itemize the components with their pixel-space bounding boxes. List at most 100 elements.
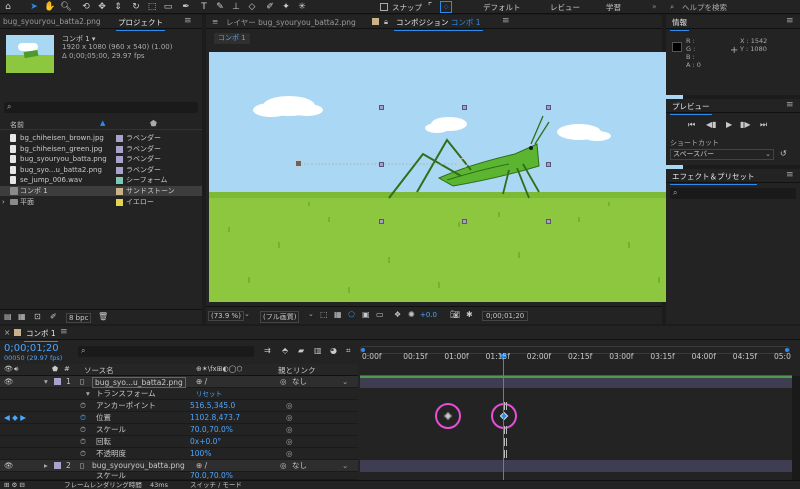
trash-icon[interactable]: 🗑︎ — [98, 312, 108, 321]
puppet-tool-icon[interactable]: ✦ — [280, 1, 292, 13]
rotate-tool-icon[interactable]: ↻ — [130, 1, 142, 13]
switches-column-icon[interactable]: ⊕✶\fx⊞◐◯⬡ — [196, 365, 243, 373]
last-frame-icon[interactable]: ⏭ — [760, 120, 767, 130]
transform-group-row[interactable]: ▾ トランスフォーム リセット — [0, 388, 358, 400]
exposure-value[interactable]: +0.0 — [420, 311, 437, 319]
stopwatch-icon[interactable]: ⏱ — [80, 448, 86, 460]
bbox-handle[interactable] — [379, 219, 384, 224]
visibility-icon[interactable]: 👁︎ — [4, 376, 14, 388]
stopwatch-icon[interactable]: ⏱ — [80, 436, 86, 448]
column-source-name[interactable]: ソース名 — [84, 365, 114, 376]
label-swatch[interactable] — [116, 198, 123, 206]
clone-tool-icon[interactable]: ⊥ — [230, 1, 242, 13]
expression-pickwhip-icon[interactable]: ◎ — [286, 448, 293, 460]
project-settings-icon[interactable]: ✐ — [50, 312, 57, 321]
draft-3d-icon[interactable]: ⬘ — [282, 346, 288, 355]
label-swatch[interactable] — [116, 188, 123, 195]
bbox-handle[interactable] — [462, 105, 467, 110]
property-row[interactable]: ◀ ◆ ▶ ⏱ 位置 1102.8,473.7 ◎ — [0, 412, 358, 424]
tab-project[interactable]: プロジェクト — [116, 17, 165, 31]
viewer-timecode[interactable]: 0;00;01;20 — [482, 311, 529, 321]
viewer-menu-icon[interactable]: ≡ — [502, 16, 510, 26]
layer-track-bar[interactable] — [360, 376, 792, 388]
workspace-more-icon[interactable]: » — [652, 2, 657, 11]
graph-editor-icon[interactable]: ⌗ — [346, 346, 351, 356]
layer-name[interactable]: bug_syo...u_batta2.png — [92, 377, 186, 388]
motion-blur-icon[interactable]: ◕ — [330, 346, 337, 355]
panel-menu-icon[interactable]: ≡ — [60, 327, 68, 337]
reset-icon[interactable]: ↺ — [780, 149, 787, 158]
pen-tool-icon[interactable]: ✒ — [180, 1, 192, 13]
layer-track-bar[interactable] — [360, 460, 792, 472]
menu-icon[interactable]: ≡ — [212, 17, 218, 26]
timeline-search-input[interactable]: ⌕ — [78, 346, 254, 357]
collapse-arrow-icon[interactable]: ▾ — [86, 388, 90, 400]
show-snapshot-icon[interactable]: ✱ — [466, 310, 473, 319]
playhead-line[interactable] — [503, 354, 504, 489]
resolution-dropdown[interactable]: (フル画質) — [260, 311, 300, 323]
property-value[interactable]: 0x+0.0° — [190, 436, 221, 448]
property-row[interactable]: ⏱ スケール 70.0,70.0% ◎ — [0, 424, 358, 436]
project-item[interactable]: コンポ 1 サンドストーン — [0, 186, 202, 196]
comp-breadcrumb[interactable]: コンポ 1 — [214, 33, 250, 44]
label-swatch[interactable] — [116, 166, 123, 174]
transform-reset-link[interactable]: リセット — [196, 388, 222, 400]
new-folder-icon[interactable]: ▦ — [18, 312, 26, 321]
stopwatch-icon[interactable]: ⏱ — [80, 412, 86, 424]
project-search-input[interactable]: ⌕ — [4, 102, 198, 113]
timeline-tab[interactable]: コンポ 1 — [24, 328, 58, 342]
expression-pickwhip-icon[interactable]: ◎ — [286, 400, 293, 412]
effects-search-input[interactable]: ⌕ — [670, 188, 796, 199]
parent-dropdown[interactable]: なし — [292, 376, 307, 388]
region-of-interest-icon[interactable]: ⬚ — [320, 310, 328, 319]
workspace-review[interactable]: レビュー — [550, 2, 580, 13]
zoom-tool-icon[interactable]: 🔍︎ — [60, 1, 72, 13]
project-item[interactable]: bug_syo...u_batta2.png ラベンダー — [0, 165, 202, 175]
hand-tool-icon[interactable]: ✋ — [44, 1, 56, 13]
timeline-timecode[interactable]: 0;00;01;20 — [4, 343, 59, 354]
property-row[interactable]: ⏱ アンカーポイント 516.5,345.0 ◎ — [0, 400, 358, 412]
move-tool-icon[interactable]: ✥ — [96, 1, 108, 13]
play-icon[interactable]: ▶ — [726, 120, 732, 129]
project-item[interactable]: bug_syouryou_batta.png ラベンダー — [0, 154, 202, 164]
bbox-handle[interactable] — [379, 105, 384, 110]
brush-tool-icon[interactable]: ✎ — [214, 1, 226, 13]
label-swatch[interactable] — [116, 145, 123, 153]
expression-pickwhip-icon[interactable]: ◎ — [286, 424, 293, 436]
project-item[interactable]: › 平面 イエロー — [0, 197, 202, 207]
snap-checkbox[interactable] — [380, 3, 388, 11]
tab-composition[interactable]: コンポジション コンポ 1 — [394, 17, 483, 31]
property-value[interactable]: 70.0,70.0% — [190, 472, 233, 479]
toggle-switches-modes-button[interactable]: スイッチ / モード — [190, 481, 242, 489]
collapse-arrow-icon[interactable]: ▸ — [44, 460, 48, 472]
expression-pickwhip-icon[interactable]: ◎ — [286, 412, 293, 424]
parent-pickwhip-icon[interactable]: ◎ — [280, 376, 287, 388]
layer-name[interactable]: bug_syouryou_batta.png — [92, 460, 185, 472]
audio-column-icon[interactable]: 🔊︎ — [14, 365, 18, 374]
new-comp-icon[interactable]: ⊡ — [34, 312, 41, 321]
color-management-icon[interactable]: ❖ — [394, 310, 401, 319]
type-tool-icon[interactable]: T — [198, 1, 210, 13]
transparency-grid-icon[interactable]: ▦ — [334, 310, 342, 319]
timeline-scrollbar[interactable] — [792, 376, 800, 481]
anchor-point-icon[interactable] — [458, 158, 468, 168]
panel-menu-icon[interactable]: ≡ — [786, 100, 794, 110]
stopwatch-icon[interactable]: ⏱ — [80, 424, 86, 436]
tab-layer[interactable]: レイヤー bug_syouryou_batta2.png — [226, 17, 356, 28]
comp-mini-flowchart-icon[interactable]: ⇉ — [264, 346, 271, 355]
visibility-icon[interactable]: 👁︎ — [4, 460, 14, 472]
layer-row[interactable]: 👁︎ ▾ 1 ▯ bug_syo...u_batta2.png ⊕ / ◎ なし… — [0, 376, 358, 388]
first-frame-icon[interactable]: ⏮ — [688, 120, 695, 130]
label-swatch[interactable] — [116, 177, 123, 185]
label-swatch[interactable] — [116, 156, 123, 164]
close-icon[interactable]: × — [4, 328, 10, 337]
zoom-dropdown[interactable]: (73.9 %) — [208, 311, 244, 321]
mask-visibility-icon[interactable]: ⬠ — [348, 310, 355, 319]
bbox-handle[interactable] — [379, 162, 384, 167]
stopwatch-icon[interactable]: ⏱ — [80, 400, 86, 412]
expression-pickwhip-icon[interactable]: ◎ — [286, 436, 293, 448]
switch-icons[interactable]: ⊕ / — [196, 376, 207, 388]
layer-row[interactable]: 👁︎ ▸ 2 ▯ bug_syouryou_batta.png ⊕ / ◎ なし… — [0, 460, 358, 472]
shy-icon[interactable]: ▰ — [298, 346, 304, 355]
selection-tool-icon[interactable]: ➤ — [28, 1, 40, 13]
